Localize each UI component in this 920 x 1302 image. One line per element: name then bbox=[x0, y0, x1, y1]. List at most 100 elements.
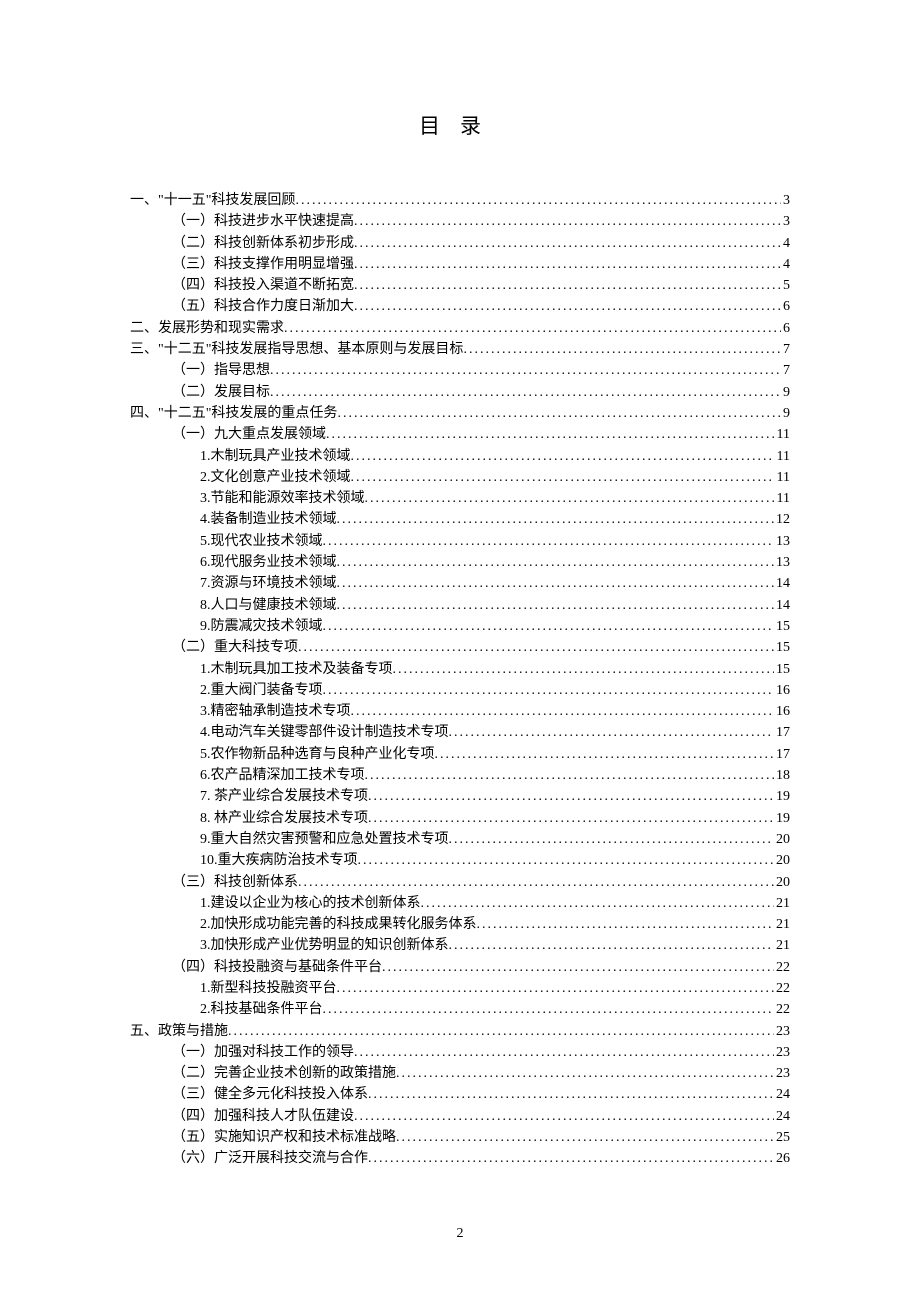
toc-entry-page: 13 bbox=[774, 552, 790, 573]
toc-entry: （四）加强科技人才队伍建设24 bbox=[130, 1106, 790, 1127]
toc-entry-page: 22 bbox=[774, 999, 790, 1020]
toc-entry: （一）科技进步水平快速提高 3 bbox=[130, 211, 790, 232]
toc-entry: 3.节能和能源效率技术领域11 bbox=[130, 488, 790, 509]
toc-entry-label: 3.精密轴承制造技术专项 bbox=[200, 701, 351, 722]
toc-entry: （二）完善企业技术创新的政策措施23 bbox=[130, 1063, 790, 1084]
toc-entry-label: 3.加快形成产业优势明显的知识创新体系 bbox=[200, 935, 449, 956]
toc-entry-label: 9.防震减灾技术领域 bbox=[200, 616, 323, 637]
toc-entry: 五、政策与措施23 bbox=[130, 1021, 790, 1042]
document-page: 目录 一、"十一五"科技发展回顾3（一）科技进步水平快速提高3（二）科技创新体系… bbox=[0, 0, 920, 1170]
toc-entry-label: （一）九大重点发展领域 bbox=[172, 424, 326, 445]
toc-entry: （二）重大科技专项15 bbox=[130, 637, 790, 658]
toc-entry-label: （三）健全多元化科技投入体系 bbox=[172, 1084, 368, 1105]
toc-leader-dots bbox=[368, 808, 774, 829]
toc-leader-dots bbox=[337, 509, 775, 530]
toc-leader-dots bbox=[323, 999, 775, 1020]
toc-entry-page: 7 bbox=[781, 339, 790, 360]
toc-entry: 4.装备制造业技术领域12 bbox=[130, 509, 790, 530]
toc-entry: 5.农作物新品种选育与良种产业化专项17 bbox=[130, 744, 790, 765]
toc-entry: 8. 林产业综合发展技术专项19 bbox=[130, 808, 790, 829]
toc-entry: 8.人口与健康技术领域14 bbox=[130, 595, 790, 616]
toc-entry-page: 19 bbox=[774, 786, 790, 807]
toc-leader-dots bbox=[477, 914, 775, 935]
toc-entry: （二）发展目标9 bbox=[130, 382, 790, 403]
toc-entry: （一）加强对科技工作的领导 23 bbox=[130, 1042, 790, 1063]
toc-leader-dots bbox=[326, 424, 775, 445]
toc-entry-page: 22 bbox=[774, 978, 790, 999]
toc-entry-page: 17 bbox=[774, 722, 790, 743]
toc-entry-label: 6.农产品精深加工技术专项 bbox=[200, 765, 365, 786]
toc-leader-dots bbox=[365, 765, 775, 786]
toc-entry: 3.加快形成产业优势明显的知识创新体系21 bbox=[130, 935, 790, 956]
toc-entry: （一）指导思想7 bbox=[130, 360, 790, 381]
toc-leader-dots bbox=[463, 339, 781, 360]
toc-entry-page: 3 bbox=[781, 211, 790, 232]
toc-entry: 6.农产品精深加工技术专项 18 bbox=[130, 765, 790, 786]
toc-entry: （二）科技创新体系初步形成4 bbox=[130, 233, 790, 254]
toc-entry: 9.防震减灾技术领域15 bbox=[130, 616, 790, 637]
toc-entry-page: 26 bbox=[774, 1148, 790, 1169]
toc-entry: 7. 茶产业综合发展技术专项19 bbox=[130, 786, 790, 807]
toc-entry: （三）科技支撑作用明显增强4 bbox=[130, 254, 790, 275]
toc-leader-dots bbox=[368, 1148, 774, 1169]
toc-entry-label: 10.重大疾病防治技术专项 bbox=[200, 850, 358, 871]
toc-entry: 10.重大疾病防治技术专项 20 bbox=[130, 850, 790, 871]
toc-entry: 一、"十一五"科技发展回顾3 bbox=[130, 190, 790, 211]
toc-entry: 7.资源与环境技术领域14 bbox=[130, 573, 790, 594]
toc-entry-page: 24 bbox=[774, 1106, 790, 1127]
toc-entry-page: 9 bbox=[781, 382, 790, 403]
toc-entry: 1.建设以企业为核心的技术创新体系21 bbox=[130, 893, 790, 914]
toc-entry-label: （五）科技合作力度日渐加大 bbox=[172, 296, 354, 317]
toc-entry: 1.木制玩具产业技术领域 11 bbox=[130, 446, 790, 467]
toc-entry-label: 8.人口与健康技术领域 bbox=[200, 595, 337, 616]
toc-entry-page: 6 bbox=[781, 318, 790, 339]
toc-entry-label: 1.木制玩具产业技术领域 bbox=[200, 446, 351, 467]
toc-leader-dots bbox=[228, 1021, 774, 1042]
toc-entry-label: 五、政策与措施 bbox=[130, 1021, 228, 1042]
toc-leader-dots bbox=[337, 595, 775, 616]
toc-entry-page: 18 bbox=[774, 765, 790, 786]
toc-entry-label: （一）科技进步水平快速提高 bbox=[172, 211, 354, 232]
toc-leader-dots bbox=[449, 829, 775, 850]
toc-entry-label: 二、发展形势和现实需求 bbox=[130, 318, 284, 339]
toc-entry-page: 11 bbox=[775, 446, 790, 467]
toc-entry-label: 1.建设以企业为核心的技术创新体系 bbox=[200, 893, 421, 914]
toc-leader-dots bbox=[323, 531, 775, 552]
toc-entry: 2.文化创意产业技术领域11 bbox=[130, 467, 790, 488]
toc-leader-dots bbox=[351, 467, 775, 488]
toc-leader-dots bbox=[337, 552, 775, 573]
toc-leader-dots bbox=[368, 1084, 774, 1105]
toc-entry-page: 11 bbox=[775, 424, 790, 445]
toc-leader-dots bbox=[337, 978, 775, 999]
toc-entry-label: 2.重大阀门装备专项 bbox=[200, 680, 323, 701]
toc-entry-page: 23 bbox=[774, 1063, 790, 1084]
toc-leader-dots bbox=[368, 786, 774, 807]
toc-leader-dots bbox=[354, 1042, 774, 1063]
toc-entry-label: 4.装备制造业技术领域 bbox=[200, 509, 337, 530]
toc-entry: 3.精密轴承制造技术专项16 bbox=[130, 701, 790, 722]
toc-leader-dots bbox=[351, 701, 775, 722]
toc-entry: （三）健全多元化科技投入体系 24 bbox=[130, 1084, 790, 1105]
toc-entry-page: 16 bbox=[774, 680, 790, 701]
toc-entry-page: 20 bbox=[774, 850, 790, 871]
toc-entry-page: 24 bbox=[774, 1084, 790, 1105]
toc-entry-page: 20 bbox=[774, 872, 790, 893]
toc-entry-page: 4 bbox=[781, 233, 790, 254]
toc-entry-label: 5.农作物新品种选育与良种产业化专项 bbox=[200, 744, 435, 765]
toc-entry-label: （三）科技创新体系 bbox=[172, 872, 298, 893]
toc-entry-label: （六）广泛开展科技交流与合作 bbox=[172, 1148, 368, 1169]
toc-entry-label: 2.加快形成功能完善的科技成果转化服务体系 bbox=[200, 914, 477, 935]
table-of-contents: 一、"十一五"科技发展回顾3（一）科技进步水平快速提高 3（二）科技创新体系初步形… bbox=[130, 190, 790, 1170]
toc-entry-label: 9.重大自然灾害预警和应急处置技术专项 bbox=[200, 829, 449, 850]
toc-entry-label: （一）加强对科技工作的领导 bbox=[172, 1042, 354, 1063]
toc-entry-page: 15 bbox=[774, 637, 790, 658]
toc-entry: （五）实施知识产权和技术标准战略25 bbox=[130, 1127, 790, 1148]
toc-entry: （一）九大重点发展领域 11 bbox=[130, 424, 790, 445]
toc-entry-page: 23 bbox=[774, 1042, 790, 1063]
toc-entry-label: （四）科技投入渠道不断拓宽 bbox=[172, 275, 354, 296]
toc-entry-page: 6 bbox=[781, 296, 790, 317]
toc-leader-dots bbox=[354, 1106, 774, 1127]
toc-entry: （五）科技合作力度日渐加大 6 bbox=[130, 296, 790, 317]
toc-entry-label: （三）科技支撑作用明显增强 bbox=[172, 254, 354, 275]
toc-leader-dots bbox=[295, 190, 781, 211]
